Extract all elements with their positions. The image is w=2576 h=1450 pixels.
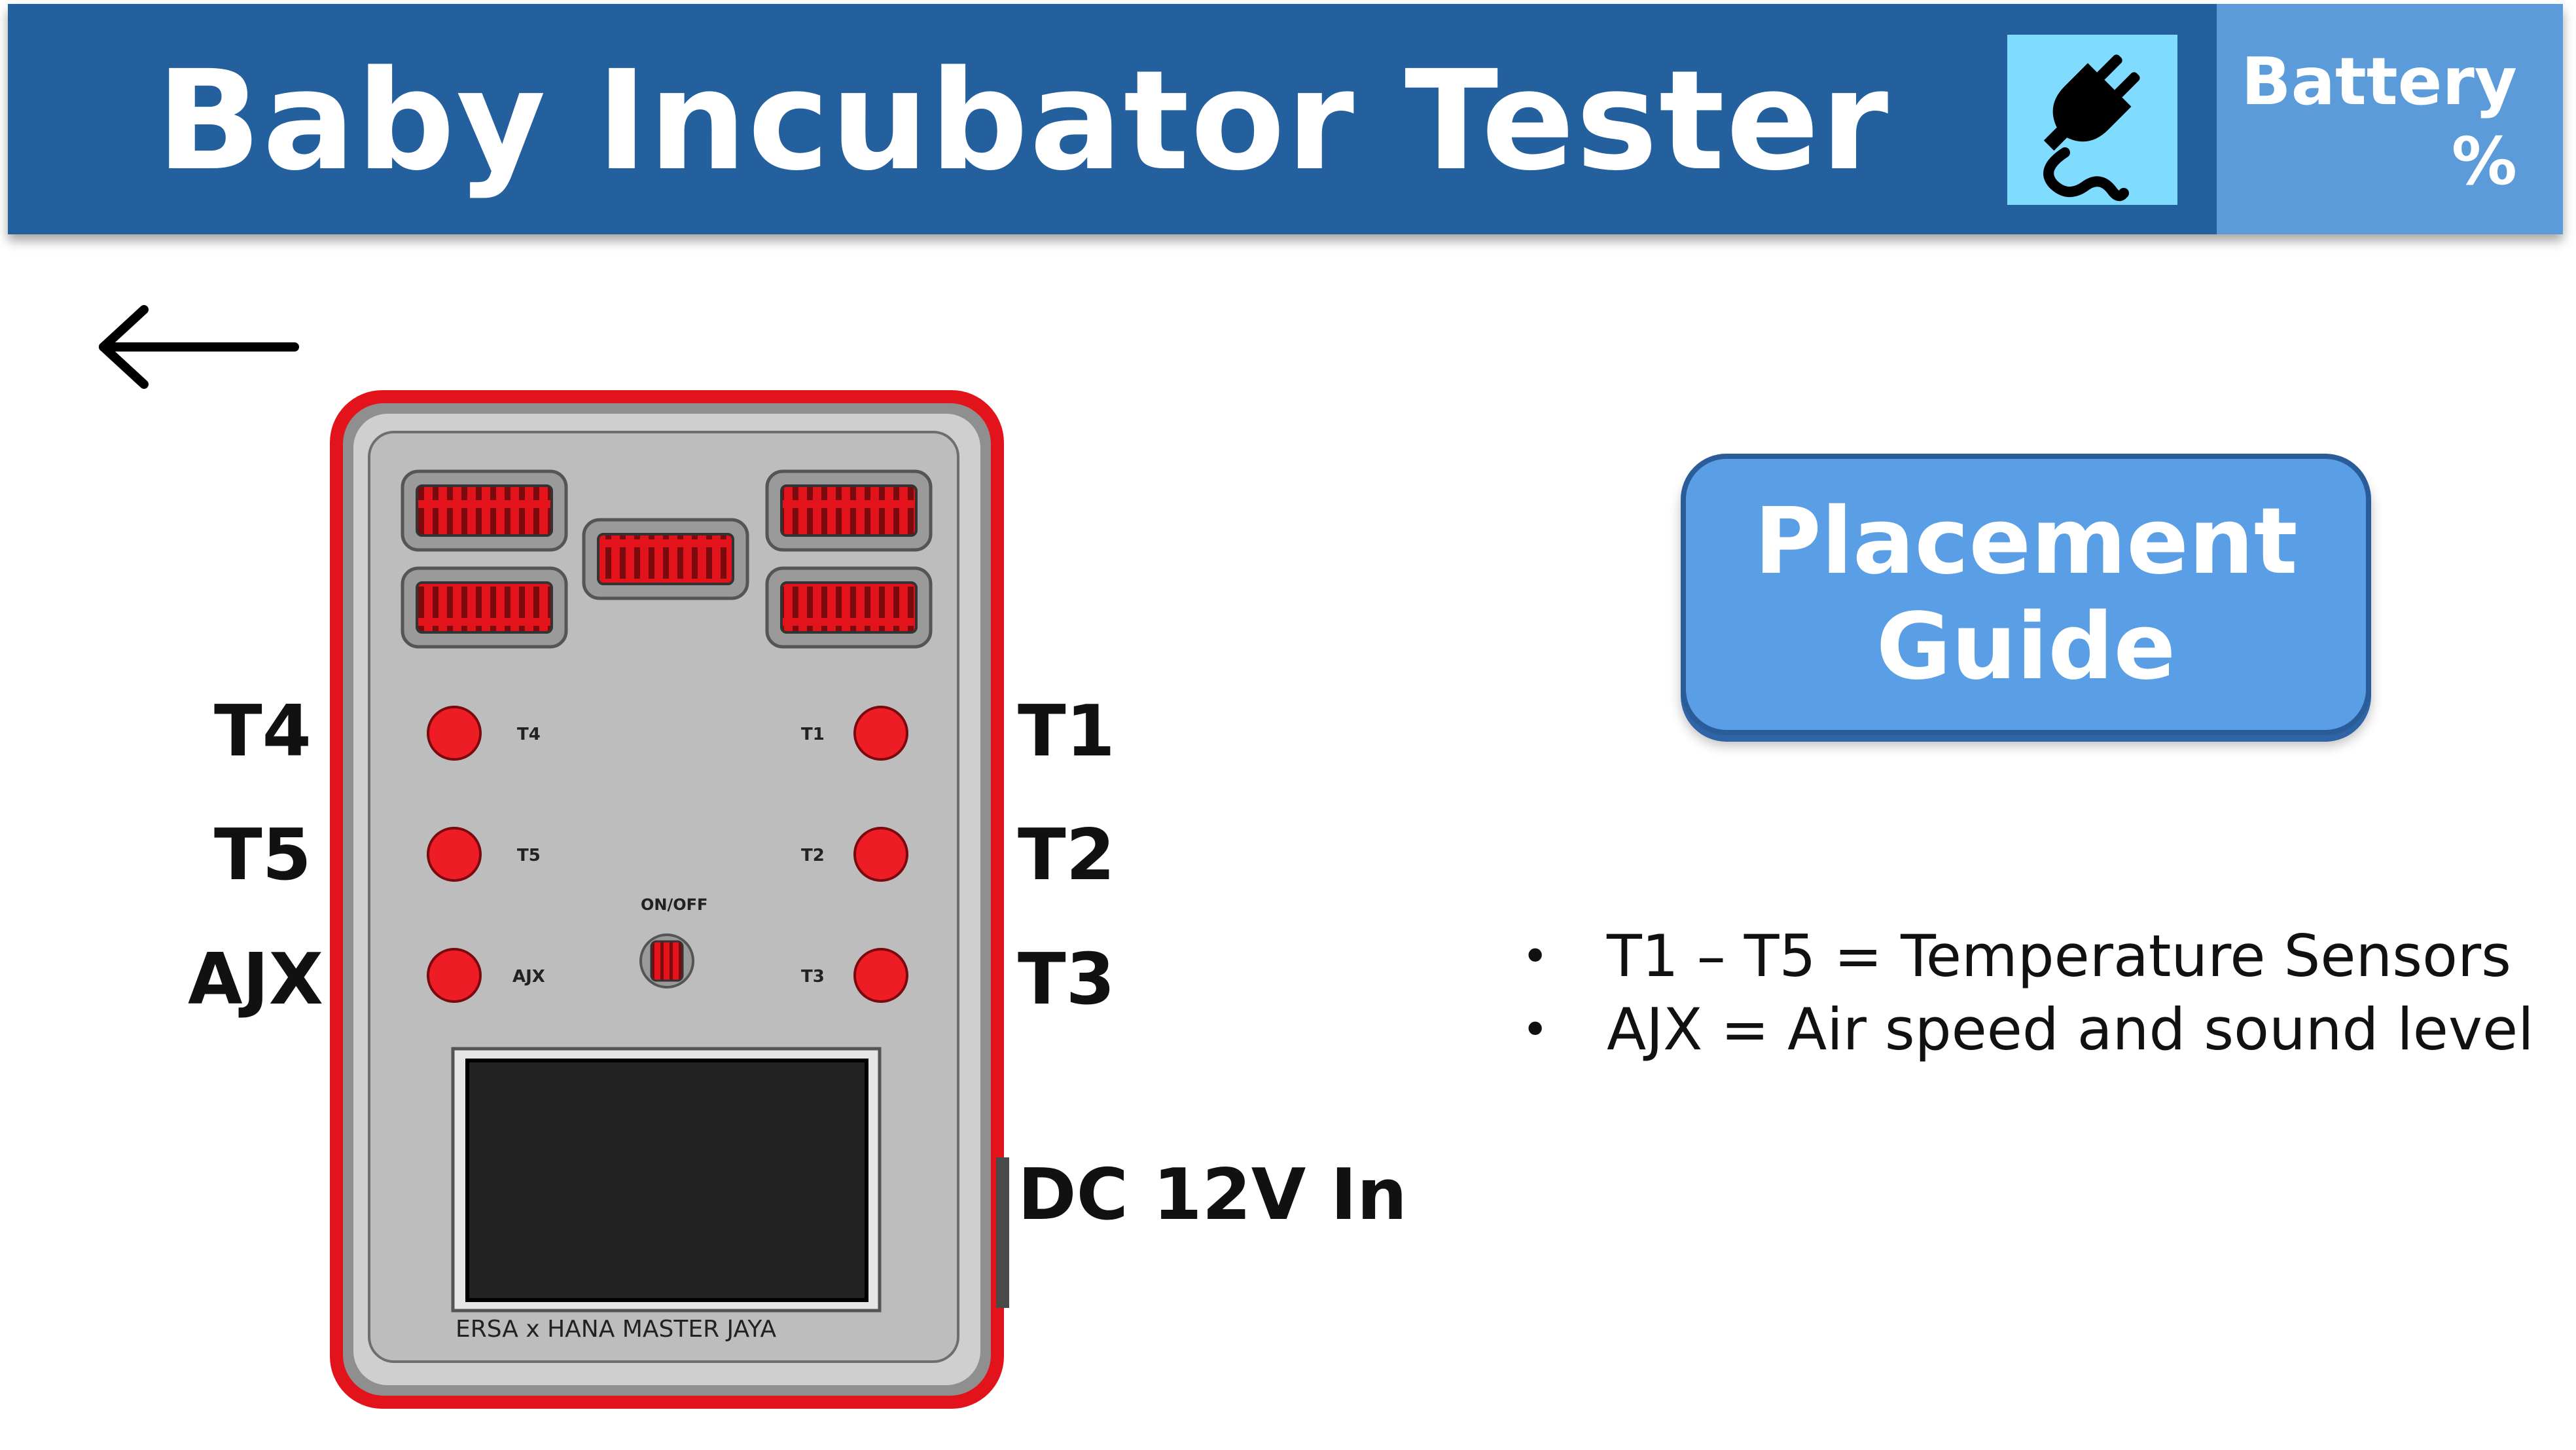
switch-label: ON/OFF: [641, 896, 707, 914]
dc-jack: [996, 1157, 1009, 1308]
device-screen: [465, 1059, 868, 1302]
back-button[interactable]: [92, 298, 301, 396]
port-t3: [853, 948, 908, 1003]
back-arrow-icon: [99, 305, 299, 389]
bullet-icon: •: [1522, 1003, 1549, 1057]
power-switch: [639, 933, 694, 988]
power-button[interactable]: [2007, 35, 2177, 205]
port-t2: [853, 827, 908, 882]
device-illustration: T4 T5 AJX T1 T2 T3 ON/OFF ERSA x HANA MA…: [327, 386, 1014, 1414]
label-t1: T1: [1018, 691, 1115, 772]
panel-label-t4: T4: [517, 725, 541, 744]
panel-label-t2: T2: [801, 846, 825, 865]
bullet-icon: •: [1522, 930, 1549, 983]
vent-center: [582, 518, 749, 600]
legend-text: AJX = Air speed and sound level: [1607, 996, 2534, 1063]
port-t1: [853, 706, 908, 761]
vent-top-left: [401, 469, 568, 552]
label-t5: T5: [214, 814, 312, 896]
label-ajx: AJX: [188, 939, 324, 1021]
sensor-legend: • T1 – T5 = Temperature Sensors • AJX = …: [1522, 920, 2534, 1066]
panel-label-t1: T1: [801, 725, 825, 744]
battery-indicator: Battery %: [2217, 4, 2563, 234]
vent-bottom-right: [765, 566, 933, 649]
label-t3: T3: [1018, 939, 1115, 1021]
label-t2: T2: [1018, 814, 1115, 896]
legend-item: • T1 – T5 = Temperature Sensors: [1522, 920, 2534, 993]
panel-label-t3: T3: [801, 967, 825, 987]
placement-guide-button[interactable]: Placement Guide: [1681, 454, 2371, 735]
legend-text: T1 – T5 = Temperature Sensors: [1607, 922, 2512, 990]
panel-label-t5: T5: [517, 846, 541, 865]
header-bar: Baby Incubator Tester Battery %: [8, 4, 2563, 234]
port-t4: [427, 706, 482, 761]
legend-item: • AJX = Air speed and sound level: [1522, 993, 2534, 1066]
label-t4: T4: [214, 691, 312, 772]
port-t5: [427, 827, 482, 882]
panel-label-ajx: AJX: [512, 967, 545, 987]
vent-bottom-left: [401, 566, 568, 649]
plug-icon: [2043, 54, 2140, 202]
vent-top-right: [765, 469, 933, 552]
device-drawing: T4 T5 AJX T1 T2 T3 ON/OFF ERSA x HANA MA…: [330, 390, 1009, 1409]
battery-label: Battery %: [2241, 43, 2517, 200]
brand-text: ERSA x HANA MASTER JAYA: [456, 1316, 777, 1343]
label-dc-input: DC 12V In: [1018, 1154, 1408, 1236]
app-title: Baby Incubator Tester: [156, 41, 1890, 201]
port-ajx: [427, 948, 482, 1003]
